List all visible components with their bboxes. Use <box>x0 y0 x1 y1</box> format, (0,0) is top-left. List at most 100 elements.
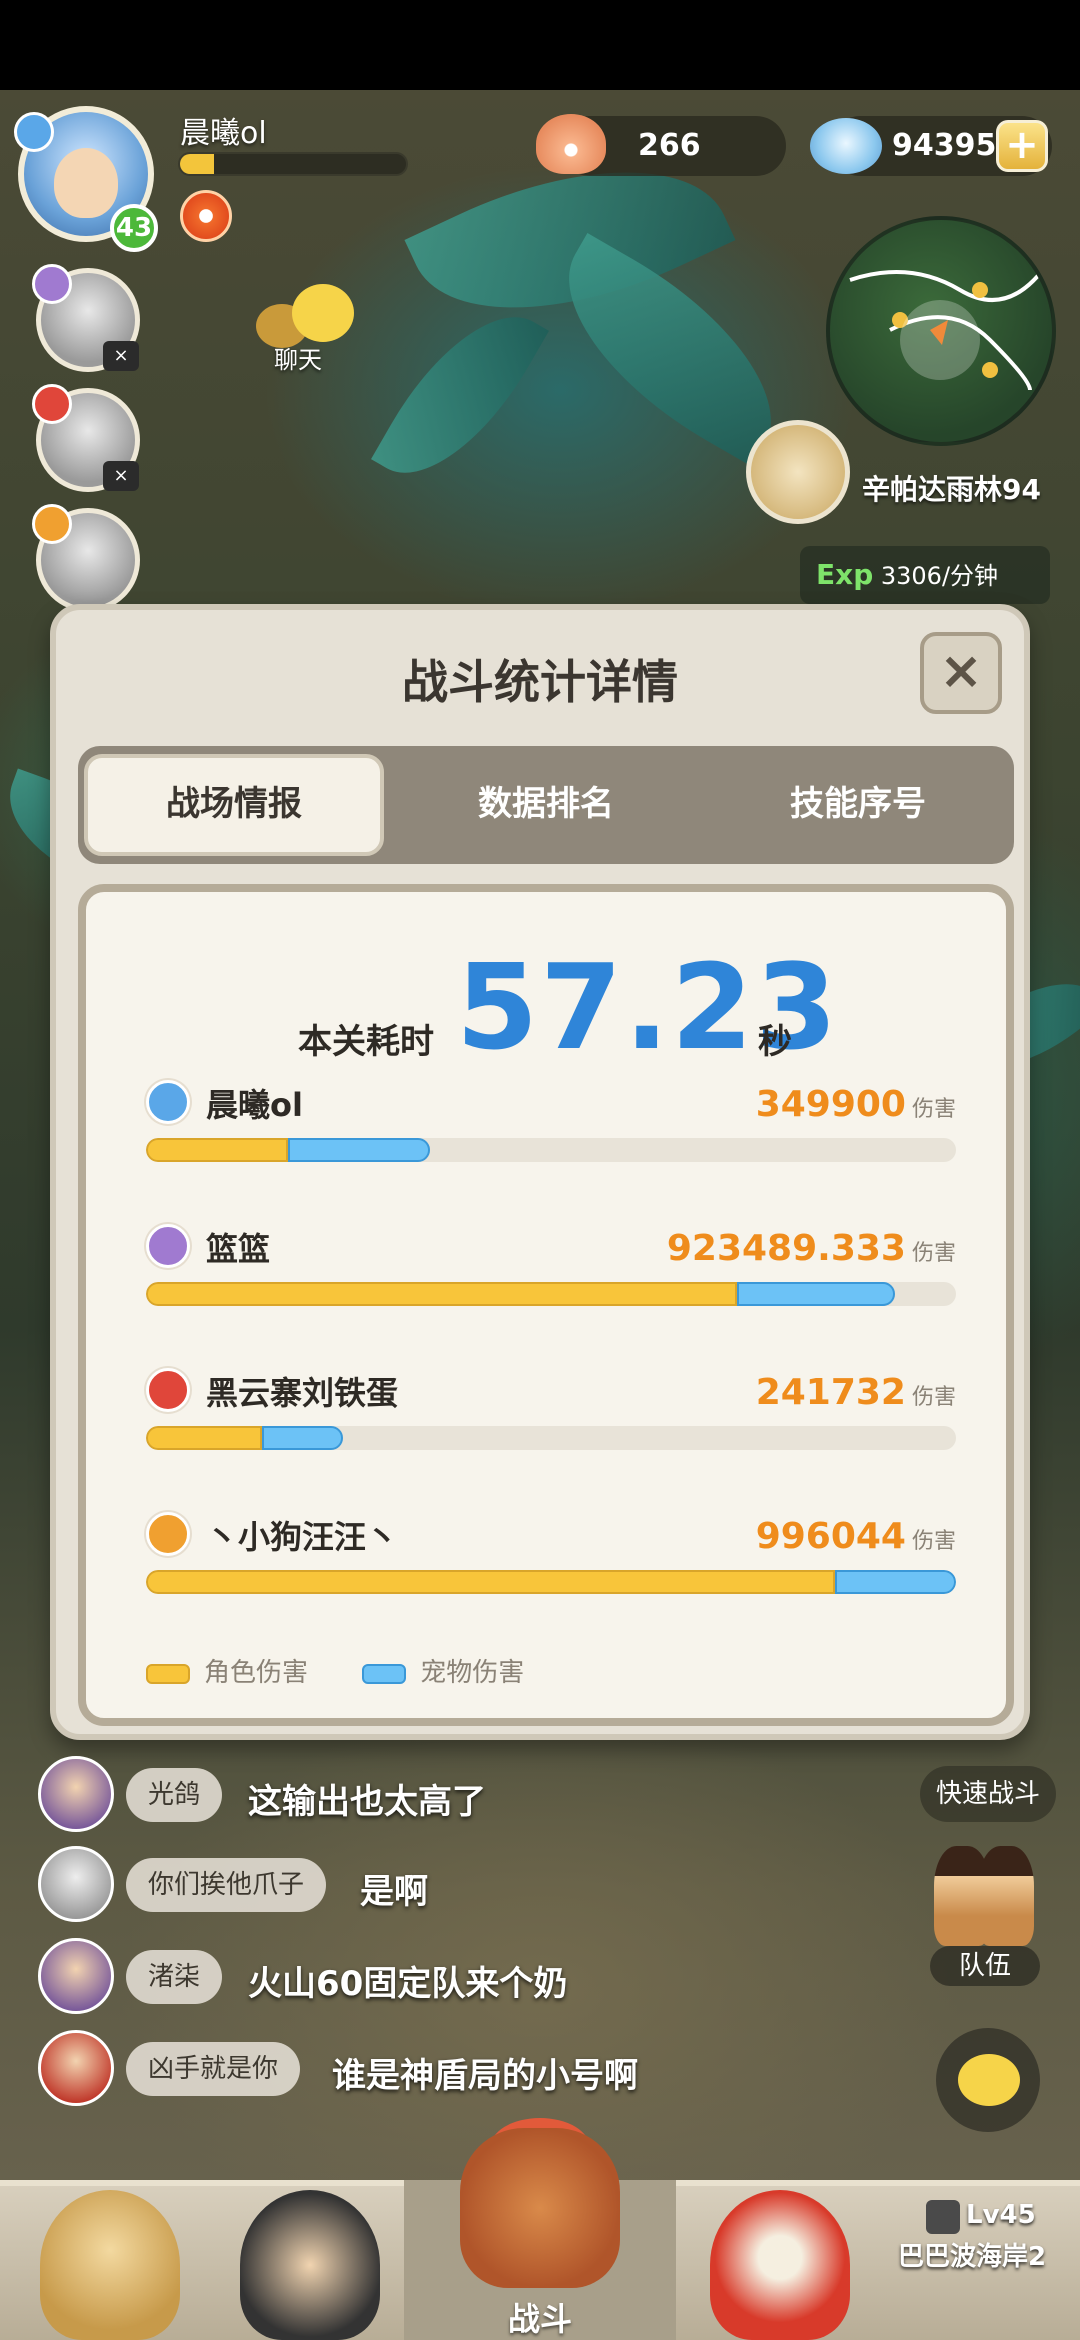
character-damage-bar <box>146 1282 738 1306</box>
chat-bubble-icon <box>958 2054 1020 2106</box>
player-damage-value: 996044 伤害 <box>756 1516 956 1557</box>
ice-element-icon <box>14 112 54 152</box>
damage-legend: 角色伤害 宠物伤害 <box>146 1652 570 1692</box>
legend-character-label: 角色伤害 <box>204 1658 309 1688</box>
boss-name: 辛帕达雨林94 <box>862 473 1041 506</box>
chat-avatar <box>38 1756 114 1832</box>
exp-prefix: Exp <box>816 558 874 591</box>
nav-character-2[interactable] <box>210 2186 410 2340</box>
player-element-icon <box>146 1224 190 1268</box>
legend-character: 角色伤害 <box>146 1652 308 1689</box>
chat-text: 是啊 <box>360 1872 428 1912</box>
player-damage-value: 349900 伤害 <box>756 1084 956 1125</box>
player-damage-row: 黑云寨刘铁蛋 241732 伤害 <box>146 1366 956 1476</box>
map-name: 巴巴波海岸2 <box>898 2242 1047 2272</box>
damage-unit: 伤害 <box>911 1241 956 1266</box>
exp-rate: Exp 3306/分钟 <box>800 546 1050 604</box>
fire-element-icon <box>32 384 72 424</box>
character-damage-bar <box>146 1426 262 1450</box>
chat-avatar <box>38 1938 114 2014</box>
player-element-icon <box>146 1368 190 1412</box>
clear-time-label: 本关耗时 <box>298 1022 434 1062</box>
leaf-decoration <box>371 285 549 505</box>
player-xp-fill <box>180 154 214 174</box>
quick-battle-button[interactable]: 快速战斗 <box>920 1766 1057 1822</box>
team-figure-icon <box>978 1846 1034 1946</box>
shell-count: 266 <box>638 128 701 163</box>
legend-pet: 宠物伤害 <box>362 1652 524 1689</box>
player-level-badge: 43 <box>110 204 158 252</box>
battle-button[interactable]: 战斗 <box>404 2118 676 2340</box>
chat-shortcut-label[interactable]: 聊天 <box>274 340 322 375</box>
damage-unit: 伤害 <box>911 1097 956 1122</box>
close-button[interactable]: × <box>920 632 1002 714</box>
damage-number: 996044 <box>755 1516 906 1557</box>
lock-icon <box>926 2200 960 2234</box>
damage-number: 923489.333 <box>666 1228 906 1269</box>
player-damage-value: 241732 伤害 <box>756 1372 956 1413</box>
chat-shortcut[interactable] <box>256 284 366 348</box>
legend-pet-label: 宠物伤害 <box>420 1658 525 1688</box>
chat-text: 火山60固定队来个奶 <box>248 1964 568 2004</box>
player-name: 晨曦ol <box>180 116 267 151</box>
battle-button-label: 战斗 <box>507 2300 572 2338</box>
gem-count: 94395 <box>892 128 997 163</box>
add-gems-button[interactable]: + <box>996 120 1048 172</box>
tab-data-ranking[interactable]: 数据排名 <box>396 754 696 856</box>
player-damage-row: 篮篮 923489.333 伤害 <box>146 1222 956 1332</box>
player-xp-bar <box>178 152 408 176</box>
tab-battle-info[interactable]: 战场情报 <box>84 754 384 856</box>
map-level: Lv45 <box>966 2200 1036 2230</box>
damage-number: 241732 <box>755 1372 906 1413</box>
pearl-shell-icon <box>536 114 606 174</box>
player-damage-name: 黑云寨刘铁蛋 <box>206 1374 399 1412</box>
chat-username: 渚柒 <box>126 1950 223 2004</box>
chat-username: 你们挨他爪子 <box>126 1858 327 1912</box>
player-element-icon <box>146 1512 190 1556</box>
nav-character-1[interactable] <box>10 2186 210 2340</box>
damage-unit: 伤害 <box>911 1529 956 1554</box>
minimap[interactable] <box>826 216 1056 446</box>
warrior-character-icon <box>240 2190 380 2340</box>
tab-bar: 战场情报 数据排名 技能序号 <box>78 746 1014 864</box>
player-element-icon <box>146 1080 190 1124</box>
gem-icon <box>810 118 882 174</box>
damage-bar-track <box>146 1426 956 1450</box>
player-damage-name: 晨曦ol <box>206 1086 303 1124</box>
nav-pet[interactable] <box>680 2186 880 2340</box>
battle-stats-dialog: 战斗统计详情 × 战场情报 数据排名 技能序号 本关耗时 57.23 秒 晨曦o… <box>50 604 1030 1740</box>
chat-avatar <box>38 1846 114 1922</box>
chat-text: 谁是神盾局的小号啊 <box>332 2056 638 2096</box>
clear-time-unit: 秒 <box>758 1022 792 1062</box>
battle-info-panel: 本关耗时 57.23 秒 晨曦ol 349900 伤害 篮篮 923489.333… <box>78 884 1014 1726</box>
wind-element-icon <box>32 504 72 544</box>
buff-icon[interactable] <box>180 190 232 242</box>
offline-icon: × <box>103 461 139 491</box>
spirit-element-icon <box>32 264 72 304</box>
exp-value: 3306/分钟 <box>880 562 999 590</box>
locked-map-button[interactable]: Lv45 巴巴波海岸2 <box>890 2180 1080 2340</box>
chat-text: 这输出也太高了 <box>248 1782 486 1822</box>
pet-damage-bar <box>261 1426 343 1450</box>
player-damage-name: 丶小狗汪汪丶 <box>206 1518 399 1556</box>
offline-icon: × <box>103 341 139 371</box>
damage-bar-track <box>146 1138 956 1162</box>
dinosaur-pet-icon <box>710 2190 850 2340</box>
damage-number: 349900 <box>755 1084 906 1125</box>
team-button[interactable]: 队伍 <box>930 1846 1040 1986</box>
player-face <box>54 148 118 218</box>
chat-username: 凶手就是你 <box>126 2042 301 2096</box>
chat-bubble-icon <box>292 284 354 342</box>
pet-damage-bar <box>834 1570 956 1594</box>
legend-swatch <box>362 1663 407 1684</box>
damage-bar-track <box>146 1570 956 1594</box>
damage-unit: 伤害 <box>911 1385 956 1410</box>
chat-username: 光鸽 <box>126 1768 223 1822</box>
tab-skill-order[interactable]: 技能序号 <box>708 754 1008 856</box>
caveman-character-icon <box>40 2190 180 2340</box>
player-damage-name: 篮篮 <box>206 1230 271 1268</box>
boss-avatar[interactable] <box>746 420 850 524</box>
open-chat-button[interactable] <box>936 2028 1040 2132</box>
chat-avatar <box>38 2030 114 2106</box>
dialog-title: 战斗统计详情 <box>402 655 678 709</box>
